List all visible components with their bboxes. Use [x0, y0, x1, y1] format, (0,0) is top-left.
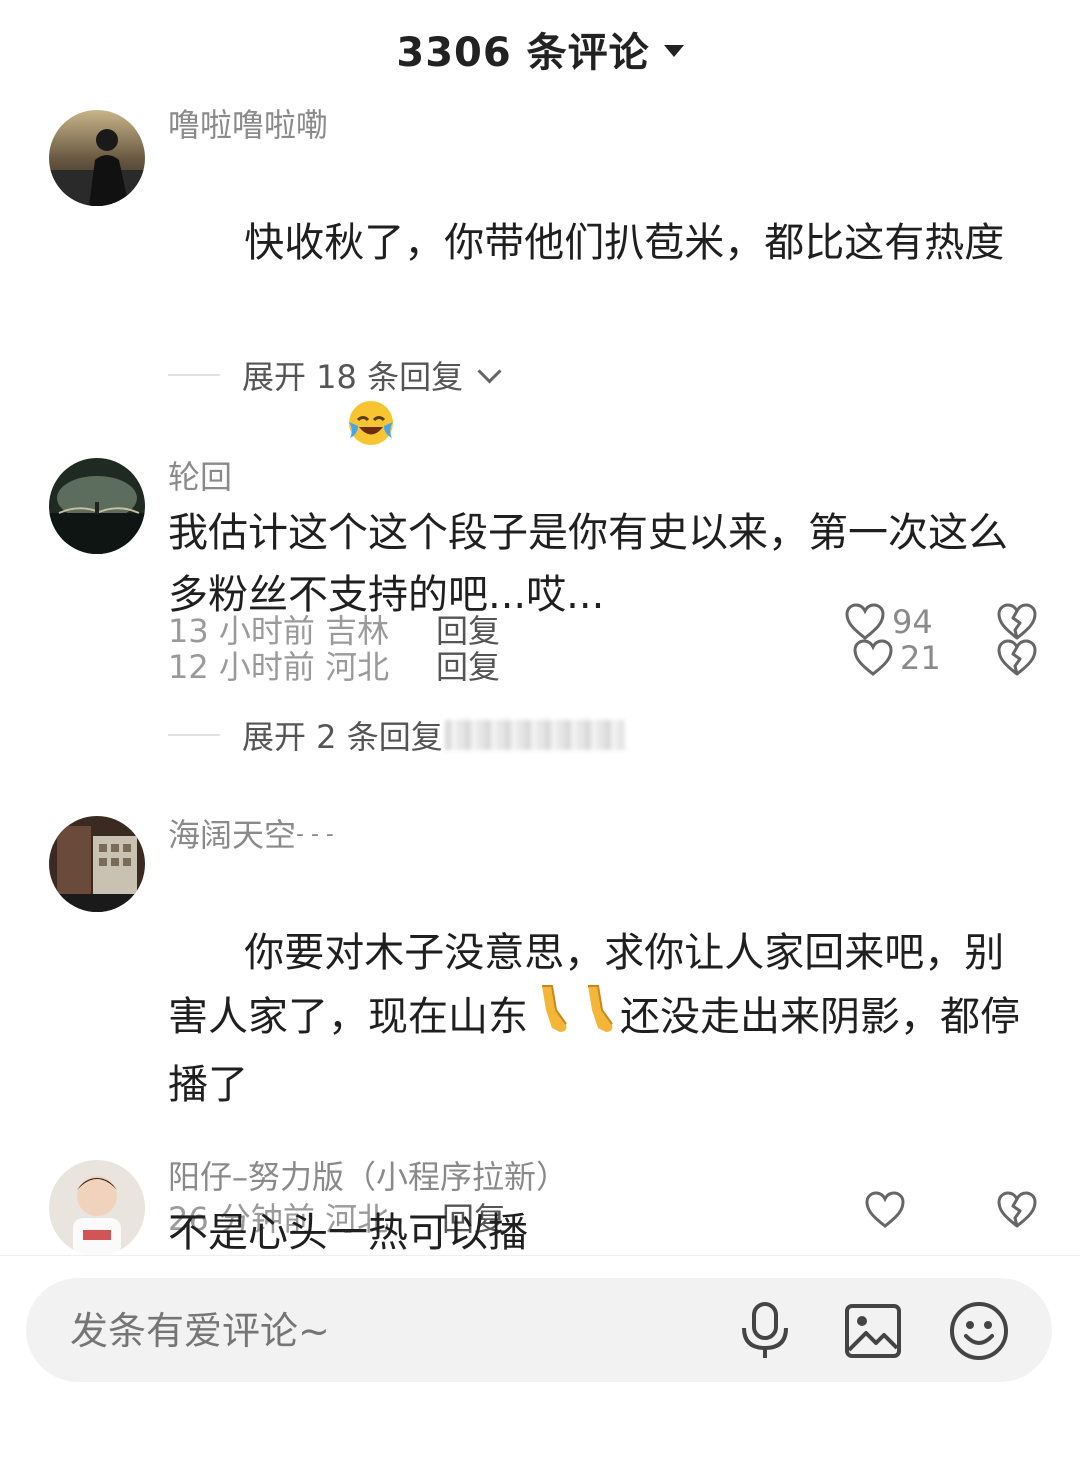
- avatar[interactable]: [49, 458, 145, 554]
- chevron-down-icon: [477, 358, 502, 384]
- comment-body: 轮回 我估计这个这个段子是你有史以来，第一次这么多粉丝不支持的吧...哎... …: [168, 452, 1037, 692]
- divider: [168, 374, 220, 376]
- comment-text-content: 快收秋了，你带他们扒苞米，都比这有热度: [244, 220, 1005, 266]
- comment-meta: 12 小时前 河北 回复 21: [168, 632, 1037, 692]
- comment-text: 你要对木子没意思，求你让人家回来吧，别害人家了，现在山东 还没走出来阴影，都停播了: [168, 860, 1028, 1178]
- heart-icon: [853, 639, 893, 676]
- dislike-button[interactable]: [996, 638, 1038, 682]
- expand-replies-button[interactable]: 展开 18 条回复: [168, 350, 502, 400]
- comment-input[interactable]: [68, 1278, 572, 1384]
- blurred-region: [444, 720, 625, 750]
- comments-header[interactable]: 3306 条评论: [0, 18, 1080, 80]
- avatar[interactable]: [49, 110, 145, 206]
- comment-count-title: 3306 条评论: [396, 30, 650, 76]
- comment-username[interactable]: 阳仔–努力版（小程序拉新）: [168, 1152, 1028, 1202]
- comment-text: 我估计这个这个段子是你有史以来，第一次这么多粉丝不支持的吧...哎...: [168, 510, 1008, 618]
- like-button[interactable]: 21: [852, 638, 941, 678]
- broken-heart-icon: [997, 639, 1037, 676]
- comment-composer: [0, 1255, 1080, 1480]
- leg-icon: [574, 984, 620, 1054]
- dropdown-caret-icon[interactable]: [663, 45, 684, 57]
- leg-icon: [528, 984, 574, 1054]
- comment-time-location: 12 小时前 河北: [168, 648, 390, 686]
- comment-username-text: 海阔天空: [168, 816, 297, 854]
- comment-username[interactable]: 噜啦噜啦嘞: [168, 100, 1028, 150]
- like-count: 21: [900, 639, 941, 677]
- divider: [168, 734, 220, 736]
- reply-button[interactable]: 回复: [436, 642, 500, 688]
- comment-body: 阳仔–努力版（小程序拉新） 不是心头一热可以播: [168, 1152, 1028, 1264]
- expand-replies-button[interactable]: 展开 2 条回复: [168, 710, 625, 760]
- expand-replies-label: 展开 2 条回复: [242, 718, 443, 756]
- microphone-icon[interactable]: [734, 1300, 796, 1362]
- image-icon[interactable]: [842, 1300, 904, 1362]
- comment-username-suffix: - - -: [296, 822, 334, 847]
- avatar[interactable]: [49, 816, 145, 912]
- comment-username[interactable]: 海阔天空- - -: [168, 810, 1028, 860]
- emoji-icon[interactable]: [948, 1300, 1010, 1362]
- comment-input-container[interactable]: [26, 1278, 1052, 1384]
- expand-replies-label: 展开 18 条回复: [242, 358, 464, 396]
- comment-username[interactable]: 轮回: [168, 452, 1028, 502]
- avatar[interactable]: [49, 1160, 145, 1256]
